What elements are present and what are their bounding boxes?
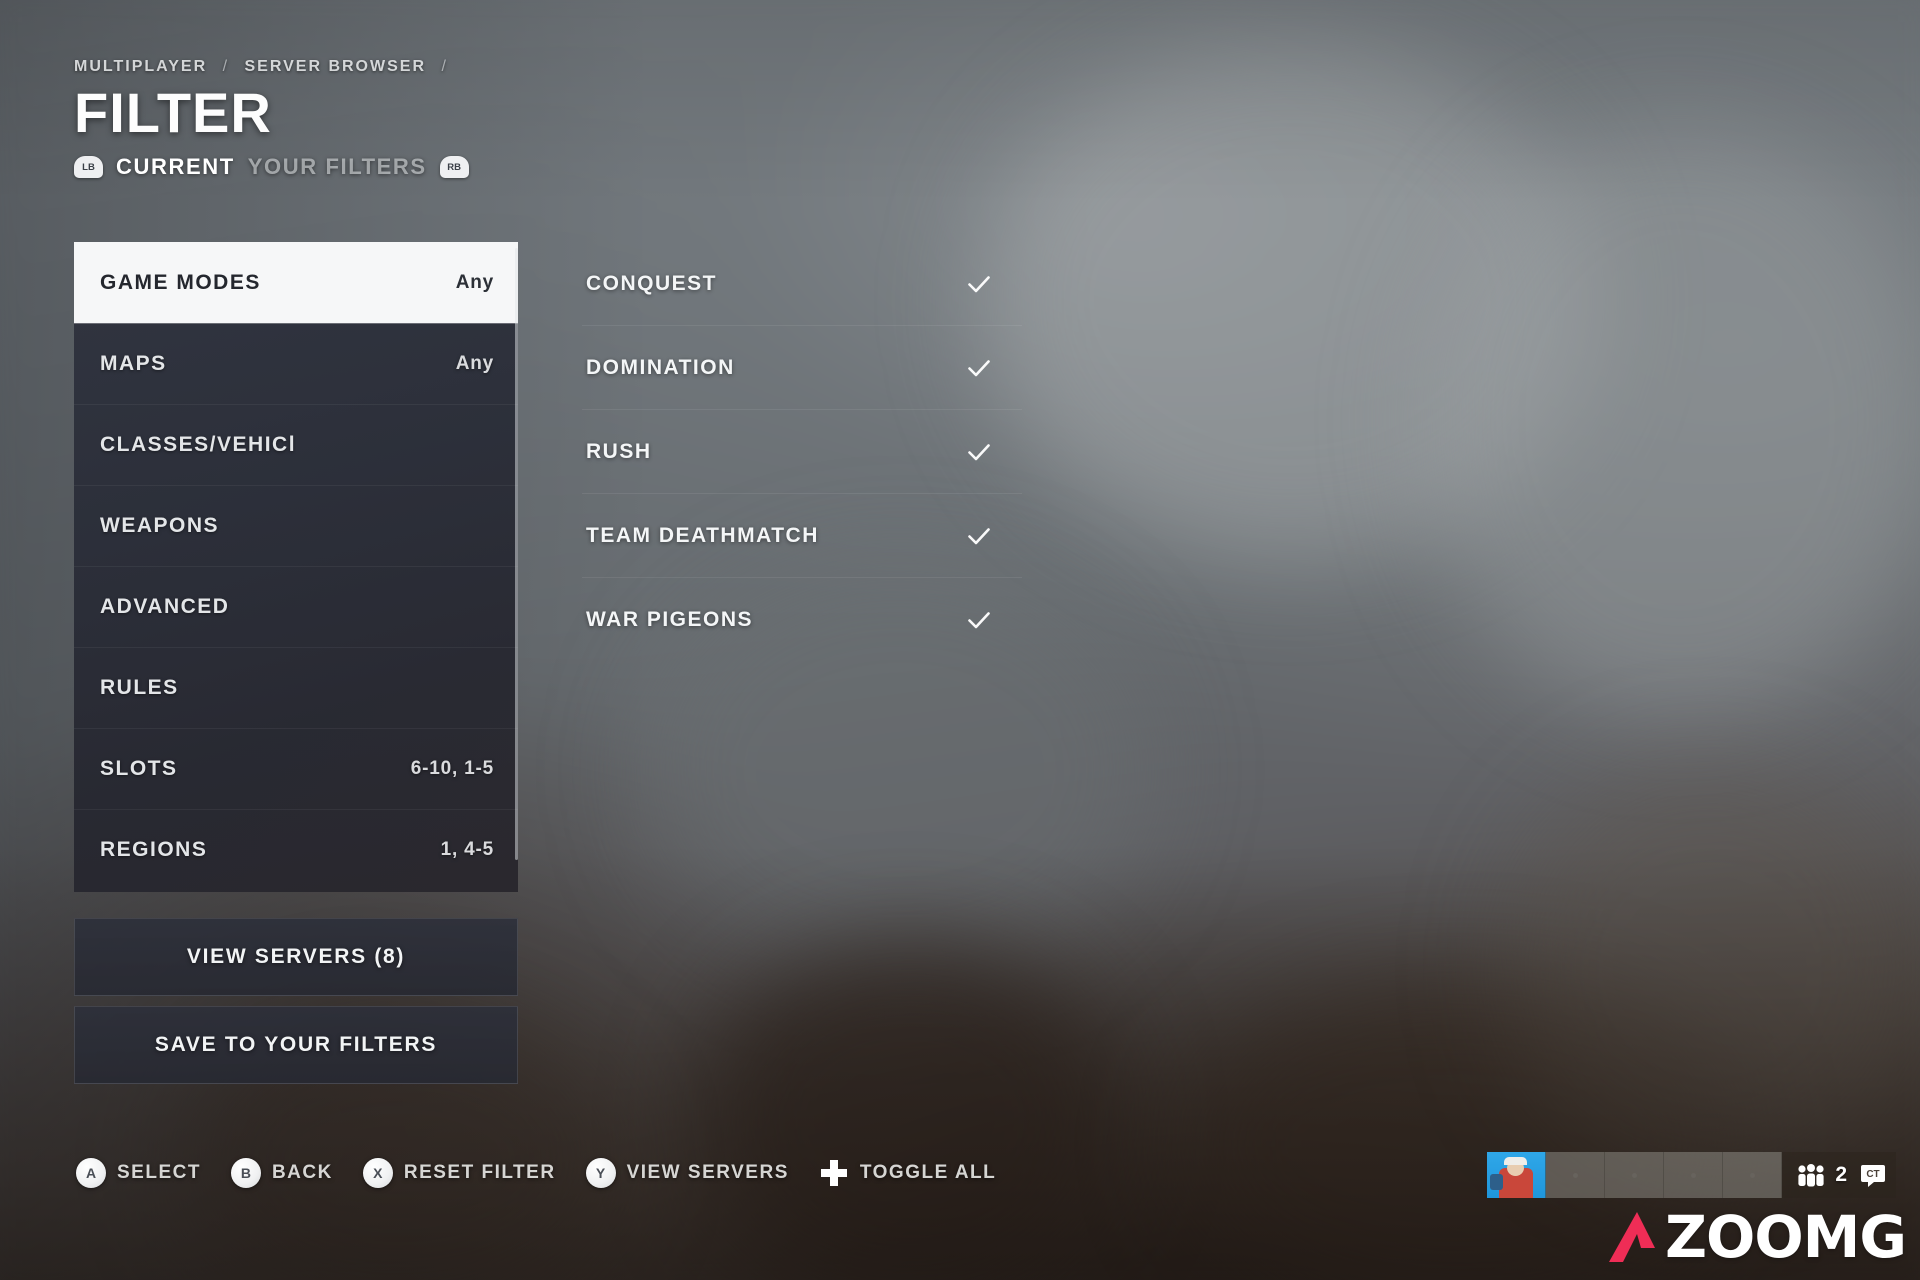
filter-row[interactable]: ADVANCED (74, 566, 518, 647)
game-mode-option-row[interactable]: RUSH (582, 410, 1022, 494)
checkmark-icon[interactable] (966, 355, 992, 381)
filter-row[interactable]: WEAPONS (74, 485, 518, 566)
gamepad-button-y-icon: Y (585, 1158, 616, 1188)
action-hint-label: VIEW SERVERS (626, 1162, 789, 1183)
squad-slot-empty[interactable] (1546, 1152, 1606, 1198)
tab-current[interactable]: CURRENT (116, 154, 235, 180)
gamepad-button-x-icon: X (362, 1158, 393, 1188)
squad-slot-empty[interactable] (1664, 1152, 1724, 1198)
right-bumper-label: RB (447, 161, 462, 173)
left-bumper-label: LB (82, 161, 95, 173)
watermark-triangle-icon (1607, 1210, 1659, 1264)
left-bumper-icon[interactable]: LB (74, 156, 103, 179)
dpad-icon (819, 1158, 849, 1188)
game-mode-option-row[interactable]: DOMINATION (582, 326, 1022, 410)
action-hint[interactable]: Y VIEW SERVERS (585, 1158, 789, 1188)
filter-row-name: CLASSES/VEHICl (100, 433, 297, 456)
squad-slot-row[interactable] (1487, 1152, 1783, 1198)
people-icon (1796, 1163, 1826, 1187)
game-mode-option-label: TEAM DEATHMATCH (586, 523, 819, 547)
filter-row-name: RULES (100, 676, 179, 699)
action-hint-label: BACK (271, 1162, 333, 1183)
filter-row-name: MAPS (100, 352, 167, 375)
squad-player-count: 2 (1835, 1163, 1847, 1186)
filter-action-buttons: VIEW SERVERS (8) SAVE TO YOUR FILTERS (74, 918, 518, 1094)
tab-your-filters[interactable]: YOUR FILTERS (248, 154, 427, 180)
gamepad-button-b-icon: B (230, 1158, 261, 1188)
save-to-your-filters-button-label: SAVE TO YOUR FILTERS (154, 1033, 438, 1056)
filter-row-value: 6-10, 1-5 (410, 758, 494, 779)
avatar-arm (1490, 1174, 1504, 1190)
watermark-text: ZOOMG (1665, 1203, 1907, 1271)
page-header: MULTIPLAYER / SERVER BROWSER / FILTER LB… (74, 58, 594, 180)
view-servers-button-label: VIEW SERVERS (8) (186, 945, 406, 968)
game-mode-option-label: RUSH (586, 439, 652, 463)
checkmark-icon[interactable] (966, 271, 992, 297)
panel-scrollbar[interactable] (515, 248, 518, 860)
checkmark-icon[interactable] (966, 607, 992, 633)
chat-icon[interactable]: CT (1860, 1162, 1886, 1188)
empty-slot-dot (1631, 1172, 1637, 1178)
gamepad-button-glyph: X (373, 1165, 383, 1181)
view-servers-button[interactable]: VIEW SERVERS (8) (74, 918, 518, 996)
gamepad-button-glyph: B (240, 1165, 252, 1181)
game-mode-option-label: CONQUEST (586, 271, 718, 295)
zoomg-watermark: ZOOMG (1607, 1202, 1907, 1272)
breadcrumb-item-multiplayer[interactable]: MULTIPLAYER (74, 58, 207, 75)
filter-row-name: GAME MODES (100, 270, 261, 294)
gamepad-button-glyph: A (85, 1165, 97, 1181)
action-hint-label: RESET FILTER (403, 1162, 556, 1183)
game-mode-option-label: DOMINATION (586, 355, 735, 379)
game-mode-option-row[interactable]: TEAM DEATHMATCH (582, 494, 1022, 578)
squad-slot-empty[interactable] (1605, 1152, 1665, 1198)
action-hint[interactable]: A SELECT (76, 1158, 201, 1188)
squad-hud: 2 CT (1487, 1152, 1896, 1198)
filter-row[interactable]: MAPS Any (74, 323, 518, 404)
game-mode-option-row[interactable]: WAR PIGEONS (582, 578, 1022, 662)
right-bumper-icon[interactable]: RB (439, 156, 469, 179)
breadcrumb-separator: / (441, 58, 448, 75)
checkmark-icon[interactable] (966, 523, 992, 549)
empty-slot-dot (1690, 1172, 1696, 1178)
filter-row-name: WEAPONS (100, 514, 220, 537)
filter-row[interactable]: REGIONS 1, 4-5 (74, 809, 518, 890)
action-hint[interactable]: X RESET FILTER (362, 1158, 556, 1188)
empty-slot-dot (1749, 1172, 1755, 1178)
filter-row[interactable]: GAME MODES Any (74, 242, 518, 323)
game-mode-option-label: WAR PIGEONS (586, 608, 754, 631)
filter-tabs: LB CURRENT YOUR FILTERS RB (74, 154, 594, 180)
filter-row[interactable]: SLOTS 6-10, 1-5 (74, 728, 518, 809)
filter-row-name: SLOTS (100, 757, 178, 780)
action-hint[interactable]: TOGGLE ALL (819, 1158, 996, 1188)
filter-row-value: 1, 4-5 (440, 839, 494, 860)
save-to-your-filters-button[interactable]: SAVE TO YOUR FILTERS (74, 1006, 518, 1084)
avatar-hat (1504, 1157, 1528, 1165)
squad-slot-player-avatar[interactable] (1487, 1152, 1547, 1198)
action-hint[interactable]: B BACK (230, 1158, 333, 1188)
breadcrumb-item-server-browser[interactable]: SERVER BROWSER (244, 58, 426, 75)
game-modes-option-list[interactable]: CONQUEST DOMINATION RUSH TEAM DEATHMATCH WAR… (582, 242, 1022, 662)
action-hint-label: SELECT (117, 1162, 201, 1183)
game-mode-option-row[interactable]: CONQUEST (582, 242, 1022, 326)
filter-list[interactable]: GAME MODES Any MAPS Any CLASSES/VEHICl WEAPON… (74, 242, 518, 890)
squad-meta: 2 CT (1782, 1152, 1896, 1198)
filter-row-name: REGIONS (100, 838, 208, 861)
empty-slot-dot (1572, 1172, 1578, 1178)
breadcrumb: MULTIPLAYER / SERVER BROWSER / (74, 58, 594, 76)
breadcrumb-separator: / (222, 58, 230, 75)
gamepad-button-a-icon: A (76, 1158, 106, 1188)
filter-row[interactable]: CLASSES/VEHICl (74, 404, 518, 485)
squad-slot-empty[interactable] (1723, 1152, 1783, 1198)
page-title: FILTER (74, 81, 272, 144)
filter-row-value: Any (455, 271, 494, 293)
gamepad-button-glyph: Y (595, 1165, 606, 1181)
filter-row-name: ADVANCED (100, 595, 230, 618)
action-hint-label: TOGGLE ALL (859, 1162, 997, 1183)
filter-row[interactable]: RULES (74, 647, 518, 728)
filter-row-value: Any (455, 353, 494, 374)
checkmark-icon[interactable] (966, 439, 992, 465)
filter-category-panel[interactable]: GAME MODES Any MAPS Any CLASSES/VEHICl WEAPON… (74, 242, 518, 892)
svg-text:CT: CT (1866, 1169, 1879, 1180)
